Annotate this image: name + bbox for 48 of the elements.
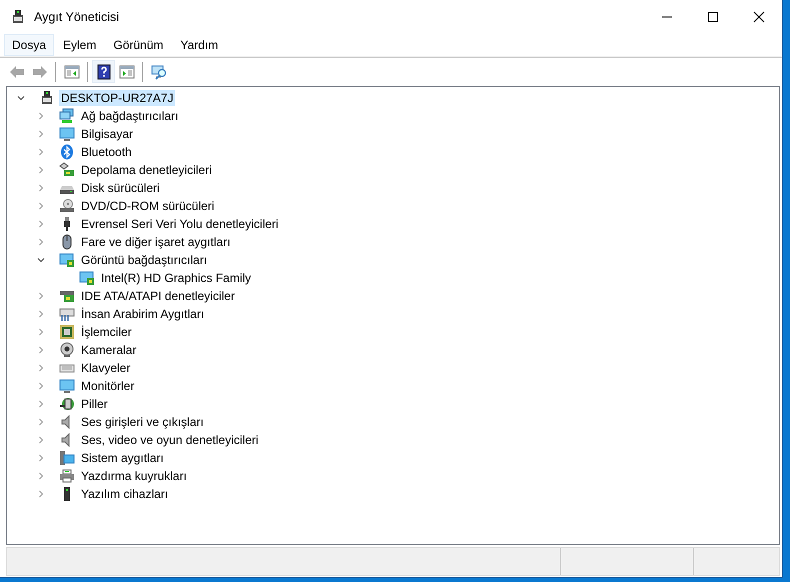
tree-item[interactable]: Ses, video ve oyun denetleyicileri xyxy=(79,432,260,448)
storage-controller-icon xyxy=(59,162,75,178)
console-tree-icon[interactable] xyxy=(64,64,80,80)
monitor-magnifier-icon[interactable] xyxy=(150,64,166,80)
tree-item[interactable]: Ses girişleri ve çıkışları xyxy=(79,414,206,430)
tree-item[interactable]: Klavyeler xyxy=(79,360,132,376)
system-computer-icon xyxy=(59,450,75,466)
tree-item[interactable]: IDE ATA/ATAPI denetleyiciler xyxy=(79,288,237,304)
battery-plug-icon xyxy=(59,396,75,412)
monitor-icon xyxy=(59,378,75,394)
tree-item[interactable]: Fare ve diğer işaret aygıtları xyxy=(79,234,232,250)
optical-drive-icon xyxy=(59,198,75,214)
tree-item[interactable]: Kameralar xyxy=(79,342,138,358)
tree-item[interactable]: DVD/CD-ROM sürücüleri xyxy=(79,198,216,214)
tree-item[interactable]: Görüntü bağdaştırıcıları xyxy=(79,252,210,268)
webcam-icon xyxy=(59,342,75,358)
maximize-icon xyxy=(707,11,719,23)
help-icon[interactable] xyxy=(96,64,112,80)
tree-item[interactable]: Monitörler xyxy=(79,378,136,394)
tree-item[interactable]: Disk sürücüleri xyxy=(79,180,162,196)
computer-tower-icon xyxy=(10,9,26,25)
tree-item[interactable]: Bluetooth xyxy=(79,144,134,160)
network-icon xyxy=(59,108,75,124)
tree-item[interactable]: DESKTOP-UR27A7J xyxy=(59,90,176,106)
menu-item[interactable]: Dosya xyxy=(4,34,54,56)
tree-item[interactable]: Depolama denetleyicileri xyxy=(79,162,214,178)
monitor-icon xyxy=(59,126,75,142)
tree-item[interactable]: İnsan Arabirim Aygıtları xyxy=(79,306,206,322)
computer-tower-icon xyxy=(39,90,55,106)
window-title: Aygıt Yöneticisi xyxy=(34,10,120,24)
tree-item[interactable]: Intel(R) HD Graphics Family xyxy=(99,270,254,286)
tree-item[interactable]: Piller xyxy=(79,396,110,412)
tree-item[interactable]: Yazılım cihazları xyxy=(79,486,170,502)
processor-icon xyxy=(59,324,75,340)
tree-item[interactable]: Bilgisayar xyxy=(79,126,136,142)
display-adapter-icon xyxy=(79,270,95,286)
tree-item[interactable]: Sistem aygıtları xyxy=(79,450,166,466)
tree-item[interactable]: Yazdırma kuyrukları xyxy=(79,468,189,484)
properties-window-icon[interactable] xyxy=(118,64,134,80)
controller-card-icon xyxy=(59,288,75,304)
close-icon xyxy=(753,11,765,23)
tree-item[interactable]: Evrensel Seri Veri Yolu denetleyicileri xyxy=(79,216,280,232)
tree-item[interactable]: İşlemciler xyxy=(79,324,134,340)
display-adapter-icon xyxy=(59,252,75,268)
tree-item[interactable]: Ağ bağdaştırıcıları xyxy=(79,108,180,124)
printer-icon xyxy=(59,468,75,484)
keyboard-hand-icon xyxy=(59,306,75,322)
bluetooth-icon xyxy=(59,144,75,160)
